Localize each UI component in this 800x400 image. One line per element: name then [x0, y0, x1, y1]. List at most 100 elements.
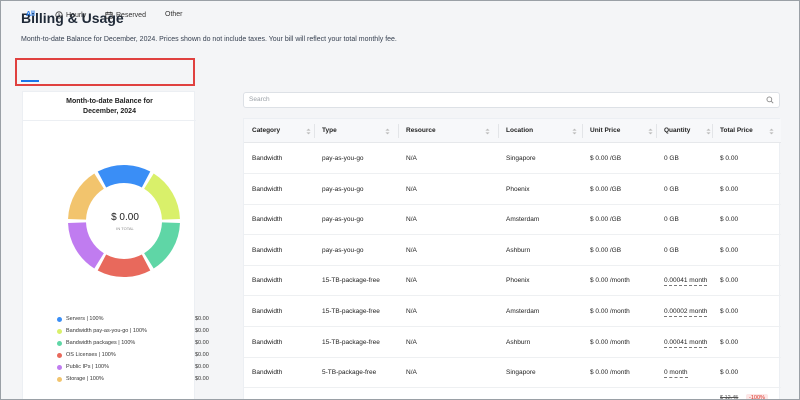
balance-panel: Month-to-date Balance for December, 2024…	[22, 91, 209, 399]
column-header-quantity[interactable]: Quantity	[664, 127, 690, 137]
column-separator	[314, 124, 315, 138]
legend-label: Public IPs | 100%	[66, 364, 110, 370]
quantity-value[interactable]: 0.00041 month	[664, 338, 708, 348]
legend-color-dot	[57, 352, 62, 358]
legend-item: Bandwidth packages | 100% $0.00	[57, 337, 217, 349]
column-header-total-price[interactable]: Total Price	[720, 127, 753, 137]
clock-icon	[55, 11, 63, 19]
tab-reserved[interactable]: Reserved	[105, 11, 146, 19]
sort-icon[interactable]	[769, 128, 774, 135]
table-row[interactable]: Bandwidth pay-as-you-go N/A Amsterdam $ 0.00…	[244, 205, 781, 236]
cell-resource: N/A	[406, 155, 417, 162]
billing-table: Category Type Resource Location Unit Price Qu…	[243, 118, 781, 400]
legend-amount: $0.00	[195, 328, 209, 334]
sort-icon[interactable]	[706, 128, 711, 135]
cell-resource: N/A	[406, 369, 417, 377]
legend-amount: $0.00	[195, 316, 209, 322]
legend-label: Bandwidth pay-as-you-go | 100%	[66, 328, 147, 334]
cell-category: Bandwidth	[252, 155, 283, 162]
cell-resource: N/A	[406, 185, 417, 193]
calendar-icon	[105, 11, 113, 19]
quantity-value[interactable]: 0.00002 month	[664, 308, 708, 317]
page-subtitle: Month-to-date Balance for December, 2024…	[21, 36, 397, 43]
column-header-unit-price[interactable]: Unit Price	[590, 127, 620, 137]
cell-location: Ashburn	[506, 338, 531, 346]
tab-hourly[interactable]: Hourly	[55, 11, 86, 19]
balance-panel-title-text: Month-to-date Balance for December, 2024	[66, 98, 153, 115]
sort-icon[interactable]	[572, 128, 577, 135]
table-row[interactable]: Bandwidth 15-TB-package-free N/A Amsterdam $…	[244, 297, 781, 327]
cell-quantity: 0 GB	[664, 246, 679, 254]
original-price: $ 12.45	[720, 394, 739, 400]
table-row[interactable]: Bandwidth pay-as-you-go N/A Singapore $ 0.00…	[244, 144, 781, 174]
cell-category: Bandwidth	[252, 185, 283, 193]
divider	[23, 120, 196, 121]
table-row[interactable]: Bandwidth 15-TB-package-free N/A Ashburn $ 0…	[244, 328, 781, 358]
tab-hourly-label: Hourly	[66, 11, 87, 19]
search-icon[interactable]	[766, 96, 774, 104]
cell-quantity: 0 GB	[664, 216, 679, 224]
column-separator	[712, 124, 713, 138]
legend-color-dot	[57, 376, 62, 382]
donut-segment[interactable]	[97, 165, 151, 188]
cell-type: pay-as-you-go	[322, 185, 364, 193]
legend-item: Storage | 100% $0.00	[57, 373, 217, 385]
cell-location: Singapore	[506, 155, 536, 162]
cell-category: Bandwidth	[252, 308, 283, 315]
legend-label: Storage | 100%	[66, 376, 104, 382]
donut-segment[interactable]	[97, 254, 151, 277]
sort-icon[interactable]	[485, 128, 490, 135]
sort-icon[interactable]	[385, 128, 390, 135]
cell-unit-price: $ 0.00 /month	[590, 338, 630, 346]
cell-quantity: 0.00041 month	[664, 338, 708, 348]
cell-resource: N/A	[406, 277, 417, 285]
table-row[interactable]: Public IPsrange-29131.153.241.168/29Phoe…	[244, 389, 781, 400]
cell-location: Singapore	[506, 369, 536, 377]
cell-unit-price: $ 0.00 /month	[590, 369, 630, 377]
cell-type: pay-as-you-go	[322, 216, 364, 224]
column-header-type[interactable]: Type	[322, 127, 337, 137]
cell-unit-price: $ 0.00 /GB	[590, 185, 622, 193]
cell-total: $ 12.45-100%$ 0.00	[720, 393, 768, 400]
cell-category: Bandwidth	[252, 277, 283, 285]
cell-type: 5-TB-package-free	[322, 369, 377, 377]
tab-other[interactable]: Other	[165, 11, 183, 18]
table-row[interactable]: Bandwidth pay-as-you-go N/A Ashburn $ 0.00 /…	[244, 236, 781, 266]
search-placeholder: Search	[249, 96, 270, 103]
cell-resource: N/A	[406, 216, 417, 224]
cell-location: Amsterdam	[506, 216, 540, 224]
cell-quantity: 0 month	[664, 369, 688, 379]
cell-unit-price: $ 0.00 /month	[590, 277, 630, 285]
cell-type: pay-as-you-go	[322, 155, 364, 162]
sort-icon[interactable]	[648, 128, 653, 135]
quantity-value[interactable]: 0 month	[664, 369, 688, 379]
column-header-category[interactable]: Category	[252, 127, 280, 137]
cell-total: $ 0.00	[720, 216, 739, 224]
column-separator	[498, 124, 499, 138]
search-input[interactable]: Search	[243, 92, 780, 108]
balance-total-caption: IN TOTAL	[116, 226, 134, 231]
quantity-value[interactable]: 0.00041 month	[664, 277, 708, 287]
table-row[interactable]: Bandwidth 15-TB-package-free N/A Phoenix $ 0…	[244, 266, 781, 297]
tab-all[interactable]: All	[26, 11, 35, 18]
balance-legend: Servers | 100% $0.00 Bandwidth pay-as-you-…	[57, 313, 217, 385]
legend-item: Bandwidth pay-as-you-go | 100% $0.00	[57, 325, 217, 337]
tab-reserved-label: Reserved	[116, 11, 146, 19]
active-tab-indicator	[21, 80, 39, 82]
legend-item: OS Licenses | 100% $0.00	[57, 349, 217, 361]
cell-type: pay-as-you-go	[322, 246, 364, 254]
discount-badge: -100%	[746, 393, 768, 399]
cell-total: $ 0.00	[720, 246, 739, 254]
cell-total: $ 0.00	[720, 369, 739, 377]
cell-category: Bandwidth	[252, 216, 283, 224]
sort-icon[interactable]	[306, 128, 311, 135]
cell-quantity: 0 GB	[664, 185, 679, 193]
cell-unit-price: $ 0.00 /GB	[590, 155, 622, 162]
cell-total: $ 0.00	[720, 185, 739, 193]
legend-label: Servers | 100%	[66, 316, 104, 322]
table-row[interactable]: Bandwidth pay-as-you-go N/A Phoenix $ 0.00 /…	[244, 175, 781, 205]
legend-item: Servers | 100% $0.00	[57, 313, 217, 325]
column-header-location[interactable]: Location	[506, 127, 533, 137]
column-header-resource[interactable]: Resource	[406, 127, 436, 137]
table-row[interactable]: Bandwidth 5-TB-package-free N/A Singapore $ …	[244, 358, 781, 389]
